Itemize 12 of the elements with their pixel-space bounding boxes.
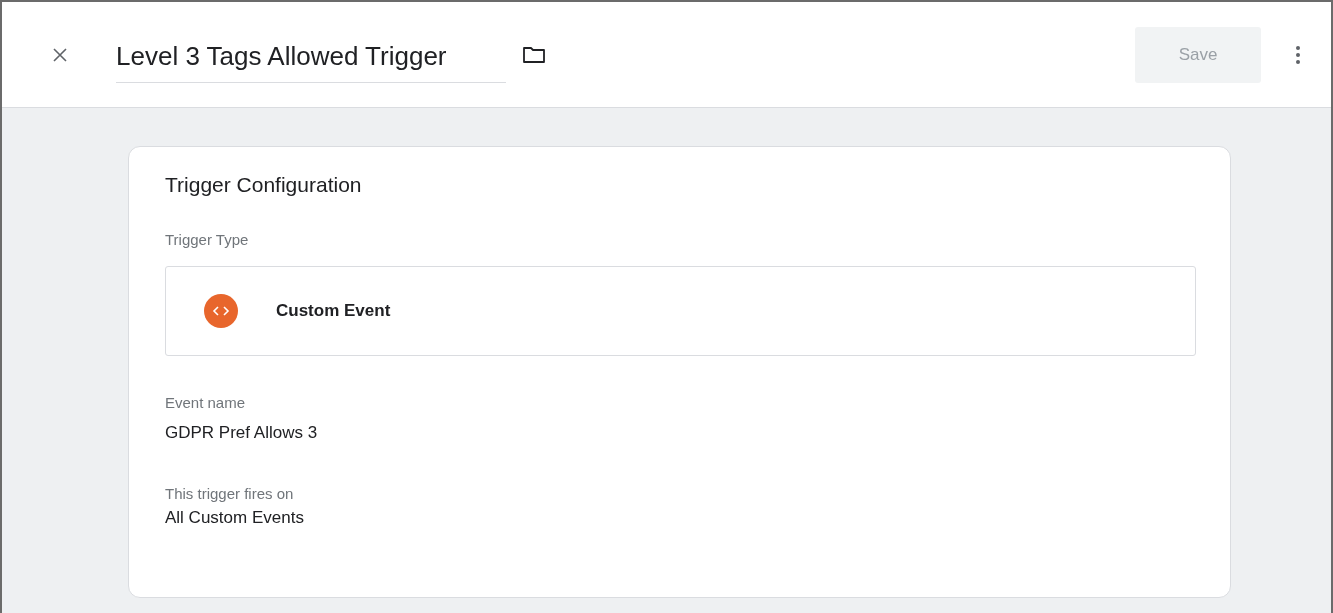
close-icon[interactable]	[52, 46, 68, 63]
trigger-type-selector[interactable]: Custom Event	[165, 266, 1196, 356]
field-value: All Custom Events	[165, 508, 305, 528]
field-value: GDPR Pref Allows 3	[165, 423, 319, 443]
folder-icon[interactable]	[522, 45, 546, 64]
field-label: Event name	[165, 394, 247, 411]
card-title: Trigger Configuration	[165, 173, 363, 197]
more-icon[interactable]	[1295, 43, 1301, 66]
code-icon	[204, 294, 238, 328]
trigger-type-name: Custom Event	[276, 301, 391, 321]
field-label: Trigger Type	[165, 231, 250, 248]
field-label: This trigger fires on	[165, 485, 295, 502]
